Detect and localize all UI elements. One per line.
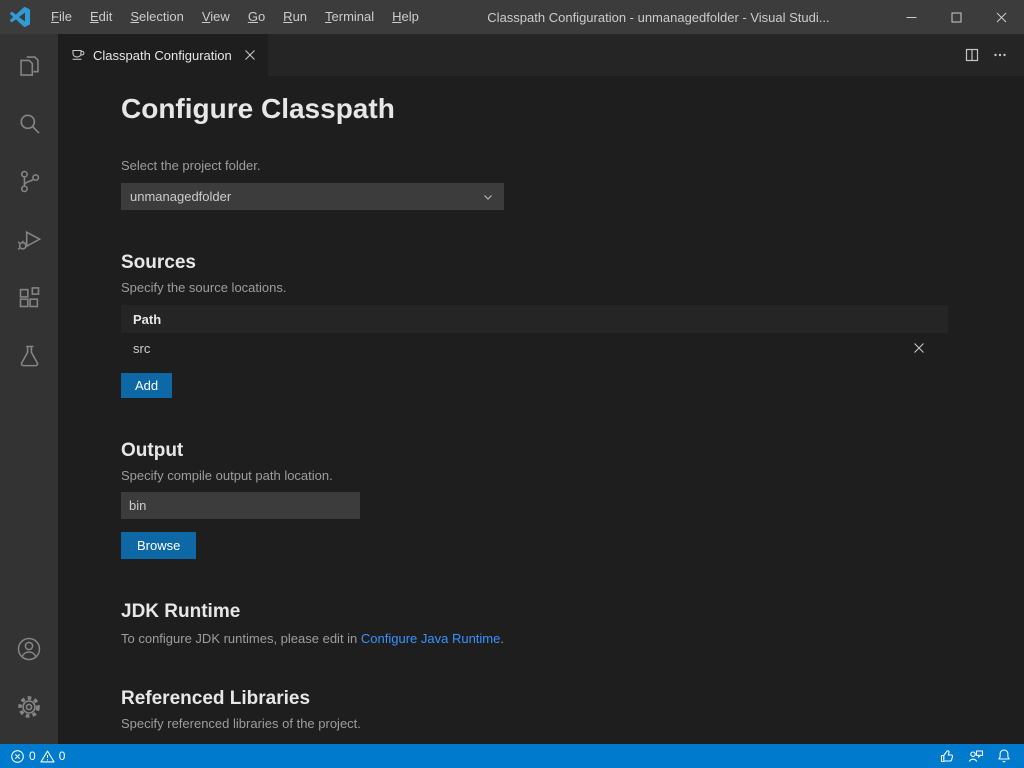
output-description: Specify compile output path location. — [121, 468, 948, 483]
search-icon[interactable] — [5, 98, 53, 148]
source-control-icon[interactable] — [5, 156, 53, 206]
menu-run[interactable]: Run — [274, 0, 316, 34]
menu-view[interactable]: View — [193, 0, 239, 34]
project-folder-selected-value: unmanagedfolder — [130, 189, 481, 204]
close-window-button[interactable] — [979, 0, 1024, 34]
project-folder-dropdown[interactable]: unmanagedfolder — [121, 183, 504, 210]
add-source-button[interactable]: Add — [121, 373, 172, 398]
referenced-libraries-description: Specify referenced libraries of the proj… — [121, 716, 948, 731]
tab-close-icon[interactable] — [242, 47, 258, 63]
referenced-libraries-heading: Referenced Libraries — [121, 686, 948, 711]
warning-icon — [40, 749, 55, 764]
output-path-input[interactable] — [121, 492, 360, 519]
sources-description: Specify the source locations. — [121, 280, 948, 295]
error-icon — [10, 749, 25, 764]
source-path-value: src — [133, 341, 150, 356]
vscode-logo-icon — [10, 7, 30, 27]
warning-count: 0 — [59, 749, 66, 763]
menu-help[interactable]: Help — [383, 0, 428, 34]
configure-java-runtime-link[interactable]: Configure Java Runtime — [361, 631, 500, 646]
testing-icon[interactable] — [5, 330, 53, 380]
menu-terminal[interactable]: Terminal — [316, 0, 383, 34]
window-controls — [889, 0, 1024, 34]
activity-bar — [0, 34, 58, 744]
page-title: Configure Classpath — [121, 92, 948, 126]
menu-file[interactable]: File — [42, 0, 81, 34]
chevron-down-icon — [481, 190, 495, 204]
editor-actions — [958, 34, 1024, 76]
window-title: Classpath Configuration - unmanagedfolde… — [428, 10, 889, 25]
problems-status[interactable]: 0 0 — [4, 744, 71, 768]
error-count: 0 — [29, 749, 36, 763]
java-cup-icon — [70, 47, 86, 63]
source-row-src[interactable]: src — [121, 333, 948, 363]
browse-button[interactable]: Browse — [121, 532, 196, 559]
path-column-header: Path — [133, 312, 161, 327]
accounts-icon[interactable] — [5, 624, 53, 674]
jdk-text-after: . — [500, 631, 504, 646]
remove-source-icon[interactable] — [910, 339, 928, 357]
tab-label: Classpath Configuration — [93, 48, 232, 63]
project-folder-label: Select the project folder. — [121, 158, 948, 173]
tab-classpath-configuration[interactable]: Classpath Configuration — [58, 34, 268, 76]
more-actions-icon[interactable] — [986, 43, 1014, 67]
output-heading: Output — [121, 438, 948, 463]
sources-heading: Sources — [121, 250, 948, 275]
menu-go[interactable]: Go — [239, 0, 274, 34]
menu-bar: File Edit Selection View Go Run Terminal… — [42, 0, 428, 34]
jdk-runtime-heading: JDK Runtime — [121, 599, 948, 624]
jdk-text-before: To configure JDK runtimes, please edit i… — [121, 631, 361, 646]
jdk-runtime-text: To configure JDK runtimes, please edit i… — [121, 631, 948, 646]
classpath-configuration-page: Configure Classpath Select the project f… — [58, 76, 1024, 744]
share-feedback-icon[interactable] — [961, 744, 990, 768]
status-bar: 0 0 — [0, 744, 1024, 768]
menu-edit[interactable]: Edit — [81, 0, 121, 34]
sources-table-header: Path — [121, 305, 948, 333]
maximize-button[interactable] — [934, 0, 979, 34]
settings-gear-icon[interactable] — [5, 682, 53, 732]
extensions-icon[interactable] — [5, 272, 53, 322]
explorer-icon[interactable] — [5, 40, 53, 90]
title-bar: File Edit Selection View Go Run Terminal… — [0, 0, 1024, 34]
feedback-thumbs-icon[interactable] — [933, 744, 961, 768]
minimize-button[interactable] — [889, 0, 934, 34]
menu-selection[interactable]: Selection — [121, 0, 192, 34]
split-editor-icon[interactable] — [958, 43, 986, 67]
status-bar-right — [933, 744, 1018, 768]
tab-bar: Classpath Configuration — [58, 34, 1024, 76]
notifications-bell-icon[interactable] — [990, 744, 1018, 768]
run-and-debug-icon[interactable] — [5, 214, 53, 264]
sources-table: Path src — [121, 305, 948, 363]
